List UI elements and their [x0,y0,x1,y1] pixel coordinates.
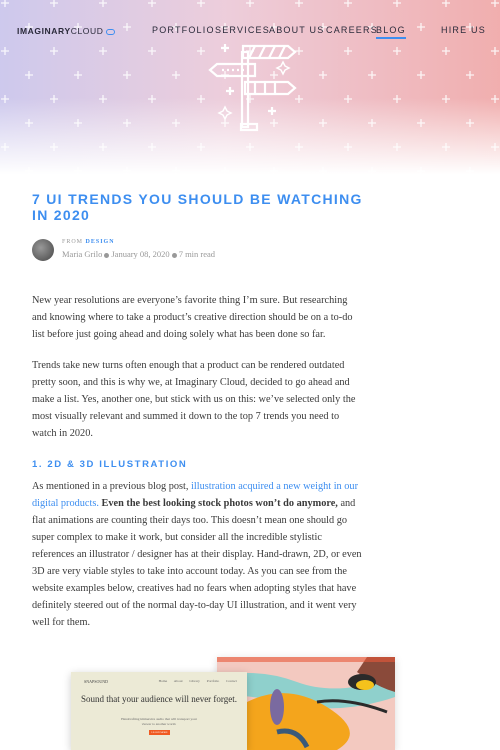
nav-about-us[interactable]: ABOUT US [269,25,324,35]
separator-dot [171,252,177,258]
signpost-icon [208,44,297,132]
author-name[interactable]: Maria Grilo [62,249,102,259]
category-link[interactable]: DESIGN [86,239,115,245]
publish-date: January 08, 2020 [111,249,170,259]
nav-services[interactable]: SERVICES [215,25,270,35]
nav-careers[interactable]: CAREERS [326,25,378,35]
read-time: 7 min read [178,249,216,259]
article-meta: Maria Grilo January 08, 2020 7 min read [62,249,215,259]
paragraph-illustration: As mentioned in a previous blog post, il… [32,481,362,628]
nav-blog[interactable]: BLOG [376,25,406,39]
paragraph-intro: New year resolutions are everyone’s favo… [32,295,353,340]
author-avatar[interactable] [32,239,54,261]
website-example-image: SNAPSOUND Home About Library Portfolio C… [71,672,247,750]
learn-more-button: LEARN MORE [149,730,170,735]
nav-portfolio[interactable]: PORTFOLIO [152,25,215,35]
article-title: 7 UI TRENDS YOU SHOULD BE WATCHING IN 20… [32,191,363,223]
category-line: FROM DESIGN [62,239,115,245]
hire-us-link[interactable]: HIRE US [441,25,486,35]
top-nav: IMAGINARYCLOUD PORTFOLIO SERVICES ABOUT … [0,24,500,40]
paragraph-trends: Trends take new turns often enough that … [32,360,356,439]
cloud-icon [105,28,115,35]
separator-dot [104,252,110,258]
logo[interactable]: IMAGINARYCLOUD [17,26,115,36]
section-heading: 1. 2D & 3D ILLUSTRATION [32,459,188,470]
